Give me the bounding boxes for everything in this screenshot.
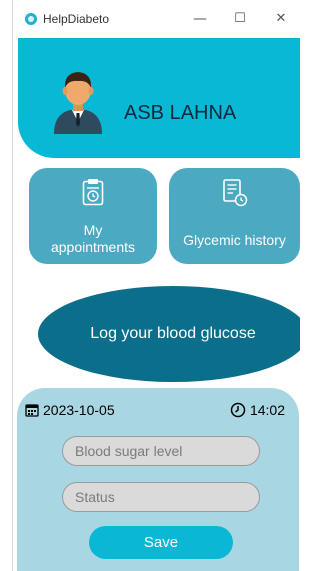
- date-value: 2023-10-05: [43, 402, 115, 418]
- glucose-entry-panel: 2023-10-05 14:02 Save: [17, 388, 299, 571]
- time-display: 14:02: [230, 402, 285, 418]
- my-appointments-label-line2: appointments: [50, 239, 136, 255]
- log-blood-glucose-button[interactable]: Log your blood glucose: [38, 286, 300, 382]
- calendar-icon: [25, 404, 39, 417]
- calendar-clock-icon: [82, 179, 104, 206]
- date-display: 2023-10-05: [25, 402, 115, 418]
- user-name: ASB LAHNA: [124, 102, 237, 124]
- profile-header: ASB LAHNA: [18, 38, 300, 158]
- minimize-button[interactable]: —: [185, 8, 215, 30]
- save-button[interactable]: Save: [89, 526, 233, 559]
- my-appointments-label-line1: My: [83, 222, 103, 238]
- app-logo-icon: [25, 13, 37, 25]
- my-appointments-label: My appointments: [29, 222, 157, 256]
- document-clock-icon: [222, 179, 247, 207]
- title-bar: HelpDiabeto — ☐ ✕: [13, 0, 300, 38]
- my-appointments-card[interactable]: My appointments: [29, 168, 157, 264]
- glycemic-history-card[interactable]: Glycemic history: [169, 168, 300, 264]
- clock-icon: [230, 402, 246, 418]
- glycemic-history-label: Glycemic history: [183, 232, 286, 248]
- status-input[interactable]: [62, 482, 260, 512]
- blood-sugar-level-input[interactable]: [62, 436, 260, 466]
- doctor-avatar-icon: [54, 72, 102, 134]
- time-value: 14:02: [249, 402, 285, 418]
- close-button[interactable]: ✕: [266, 8, 296, 30]
- maximize-button[interactable]: ☐: [225, 8, 255, 30]
- window-title: HelpDiabeto: [43, 12, 110, 26]
